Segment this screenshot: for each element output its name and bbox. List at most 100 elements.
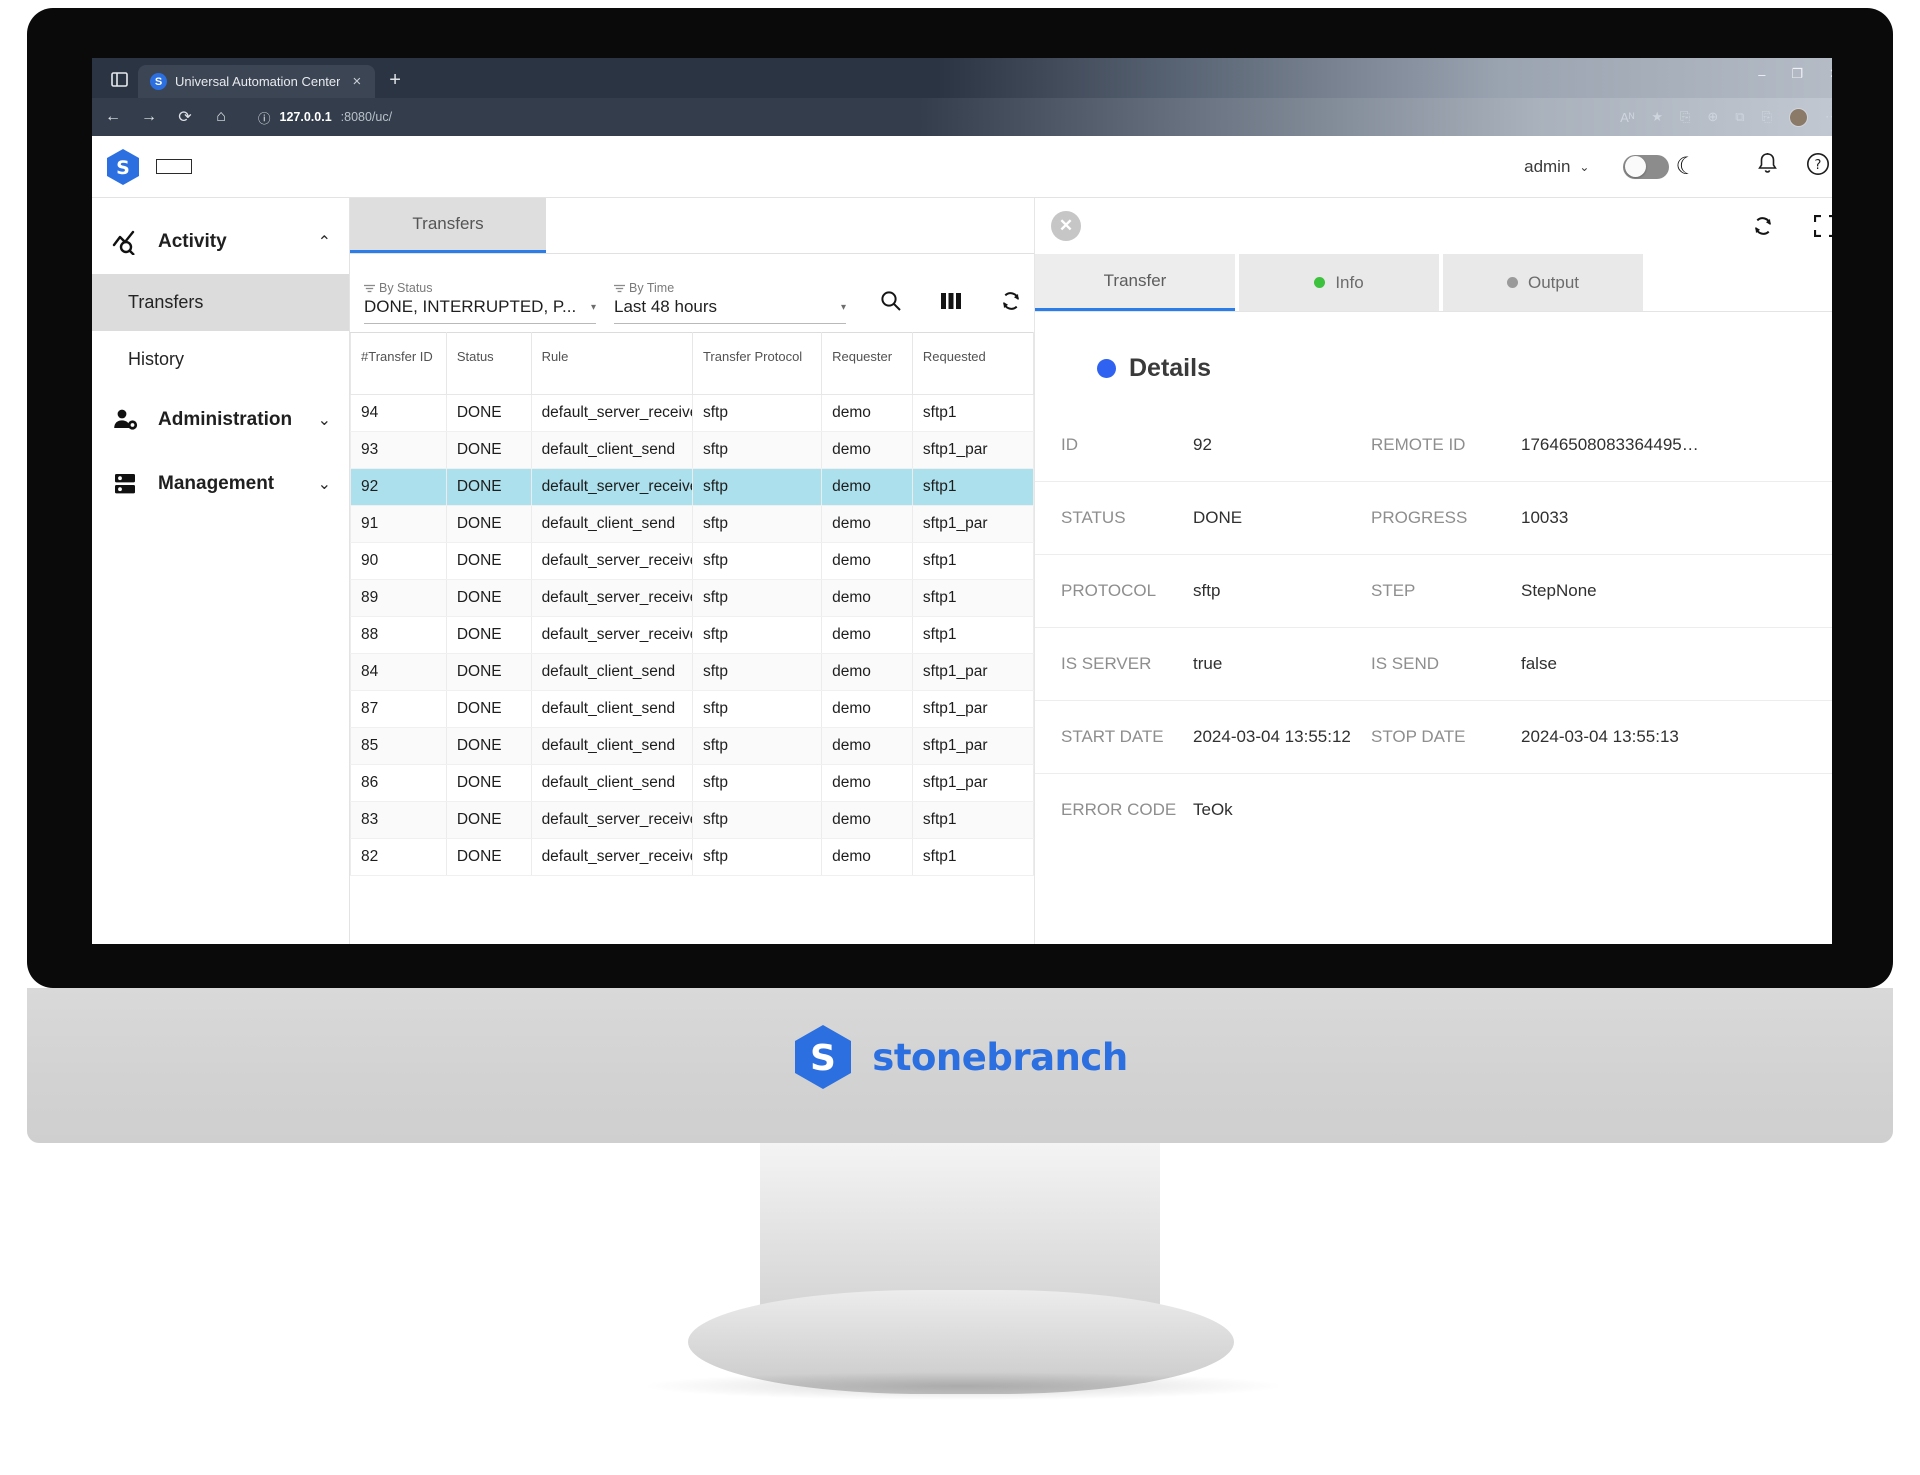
browser-actions: Aᴺ ★ ⎘ ⊕ ⧉ ⎘ ⋯: [1620, 107, 1832, 127]
address-bar[interactable]: ⓘ 127.0.0.1:8080/uc/: [246, 105, 1606, 130]
table-row[interactable]: 92 DONE default_server_receive sftp demo sftp…: [350, 468, 1035, 506]
cell-transfer-protocol: sftp: [691, 727, 823, 765]
tab-transfer[interactable]: Transfer: [1035, 254, 1235, 311]
profile-avatar[interactable]: [1789, 107, 1808, 127]
column-header-transfer-id[interactable]: #Transfer ID: [350, 332, 447, 395]
bell-icon[interactable]: [1757, 152, 1778, 181]
collections-icon[interactable]: ⊕: [1707, 109, 1718, 125]
column-header-status[interactable]: Status: [445, 332, 532, 395]
detail-property-key: START DATE: [1035, 700, 1193, 774]
window-minimize-button[interactable]: –: [1758, 67, 1765, 82]
table-row[interactable]: 86 DONE default_client_send sftp demo sftp1_p…: [350, 764, 1035, 802]
table-row[interactable]: 84 DONE default_client_send sftp demo sftp1_p…: [350, 653, 1035, 691]
filter-value-row[interactable]: Last 48 hours ▾: [614, 297, 846, 324]
chevron-down-icon: ⌄: [317, 412, 331, 429]
favorite-icon[interactable]: ★: [1651, 109, 1663, 125]
cell-requested: sftp1_par: [911, 727, 1035, 765]
sidebar-group-label: Administration: [158, 409, 293, 430]
svg-text:S: S: [116, 157, 130, 179]
filter-value-row[interactable]: DONE, INTERRUPTED, P... ▾: [364, 297, 596, 324]
cell-requested: sftp1: [911, 542, 1035, 580]
column-header-requester[interactable]: Requester: [821, 332, 913, 395]
cell-transfer-protocol: sftp: [691, 764, 823, 802]
table-row[interactable]: 94 DONE default_server_receive sftp demo sftp…: [350, 394, 1035, 432]
fullscreen-icon[interactable]: [1812, 213, 1832, 239]
table-row[interactable]: 87 DONE default_client_send sftp demo sftp1_p…: [350, 690, 1035, 728]
cell-transfer-protocol: sftp: [691, 616, 823, 654]
table-row[interactable]: 91 DONE default_client_send sftp demo sftp1_p…: [350, 505, 1035, 543]
cell-requester: demo: [821, 690, 913, 728]
site-info-icon[interactable]: ⓘ: [258, 108, 271, 127]
moon-icon[interactable]: ☾: [1675, 154, 1697, 179]
cell-transfer-protocol: sftp: [691, 653, 823, 691]
refresh-icon[interactable]: [1750, 213, 1776, 239]
columns-icon[interactable]: [938, 288, 964, 314]
window-maximize-button[interactable]: ❐: [1791, 66, 1803, 82]
back-icon[interactable]: ←: [102, 108, 124, 126]
browser-essentials-icon[interactable]: ⧉: [1735, 109, 1744, 125]
close-icon[interactable]: ✕: [1051, 211, 1081, 241]
screenshot-stage: S Universal Automation Center × + – ❐ ✕ …: [0, 0, 1920, 1475]
cell-requested: sftp1: [911, 616, 1035, 654]
help-icon[interactable]: ?: [1806, 152, 1830, 182]
cell-requested: sftp1_par: [911, 690, 1035, 728]
cell-requester: demo: [821, 727, 913, 765]
sidepanel-icon[interactable]: [100, 63, 138, 95]
cell-requester: demo: [821, 616, 913, 654]
sidebar-item-label: History: [128, 349, 185, 369]
sidebar-group-activity[interactable]: Activity ⌃: [92, 210, 349, 274]
table-row[interactable]: 83 DONE default_server_receive sftp demo sftp…: [350, 801, 1035, 839]
sidebar-group-administration[interactable]: Administration ⌄: [92, 388, 349, 452]
read-aloud-icon[interactable]: Aᴺ: [1620, 110, 1634, 125]
tab-label: Transfer: [1103, 271, 1167, 290]
table-row[interactable]: 85 DONE default_client_send sftp demo sftp1_p…: [350, 727, 1035, 765]
filter-by-status[interactable]: By Status DONE, INTERRUPTED, P... ▾: [364, 273, 596, 324]
tab-info[interactable]: Info: [1239, 254, 1439, 311]
filter-icon: [364, 284, 375, 292]
sidebar-group-management[interactable]: Management ⌄: [92, 452, 349, 516]
cell-requested: sftp1_par: [911, 431, 1035, 469]
table-row[interactable]: 90 DONE default_server_receive sftp demo sftp…: [350, 542, 1035, 580]
filter-label: By Status: [379, 281, 433, 295]
home-icon[interactable]: ⌂: [210, 108, 232, 126]
sidebar-item-history[interactable]: History: [92, 331, 349, 388]
monitor-stand-neck: [760, 1143, 1160, 1313]
window-close-button[interactable]: ✕: [1829, 66, 1832, 82]
user-menu[interactable]: admin ⌄: [1524, 157, 1589, 177]
column-header-requested[interactable]: Requested: [911, 332, 1035, 395]
status-dot-gray: [1506, 277, 1518, 288]
uac-application: S admin ⌄ ☾ ? Activity ⌃ Transfers Histo…: [92, 136, 1832, 944]
stonebranch-logo-icon[interactable]: S: [106, 148, 140, 186]
split-screen-icon[interactable]: ⎘: [1762, 109, 1772, 125]
url-path: :8080/uc/: [340, 110, 393, 124]
tab-output[interactable]: Output: [1443, 254, 1643, 311]
table-row[interactable]: 88 DONE default_server_receive sftp demo sftp…: [350, 616, 1035, 654]
sidebar-item-transfers[interactable]: Transfers: [92, 274, 349, 331]
search-icon[interactable]: [878, 288, 904, 314]
browser-tab[interactable]: S Universal Automation Center ×: [138, 65, 376, 98]
cell-rule: default_client_send: [530, 505, 693, 543]
user-menu-label: admin: [1524, 156, 1571, 176]
column-header-transfer-protocol[interactable]: Transfer Protocol: [691, 332, 823, 395]
table-row[interactable]: 89 DONE default_server_receive sftp demo sftp…: [350, 579, 1035, 617]
cell-status: DONE: [445, 579, 532, 617]
tab-transfers[interactable]: Transfers: [350, 198, 546, 253]
browser-more-icon[interactable]: ⋯: [1825, 109, 1832, 125]
cell-requested: sftp1: [911, 468, 1035, 506]
new-tab-button[interactable]: +: [375, 69, 413, 96]
favorites-bar-icon[interactable]: ⎘: [1680, 109, 1690, 125]
cell-rule: default_client_send: [530, 653, 693, 691]
refresh-icon[interactable]: [998, 288, 1024, 314]
filter-by-time[interactable]: By Time Last 48 hours ▾: [614, 273, 846, 324]
detail-property-key: IS SERVER: [1035, 627, 1193, 701]
cell-transfer-protocol: sftp: [691, 690, 823, 728]
column-header-rule[interactable]: Rule: [530, 332, 693, 395]
cell-transfer-id: 82: [350, 838, 447, 876]
tab-close-icon[interactable]: ×: [348, 73, 365, 90]
table-row[interactable]: 82 DONE default_server_receive sftp demo sftp…: [350, 838, 1035, 876]
cell-status: DONE: [445, 431, 532, 469]
reload-icon[interactable]: ⟳: [174, 107, 196, 127]
table-row[interactable]: 93 DONE default_client_send sftp demo sftp1_p…: [350, 431, 1035, 469]
dark-mode-toggle[interactable]: [1623, 154, 1670, 179]
forward-icon[interactable]: →: [138, 108, 160, 126]
